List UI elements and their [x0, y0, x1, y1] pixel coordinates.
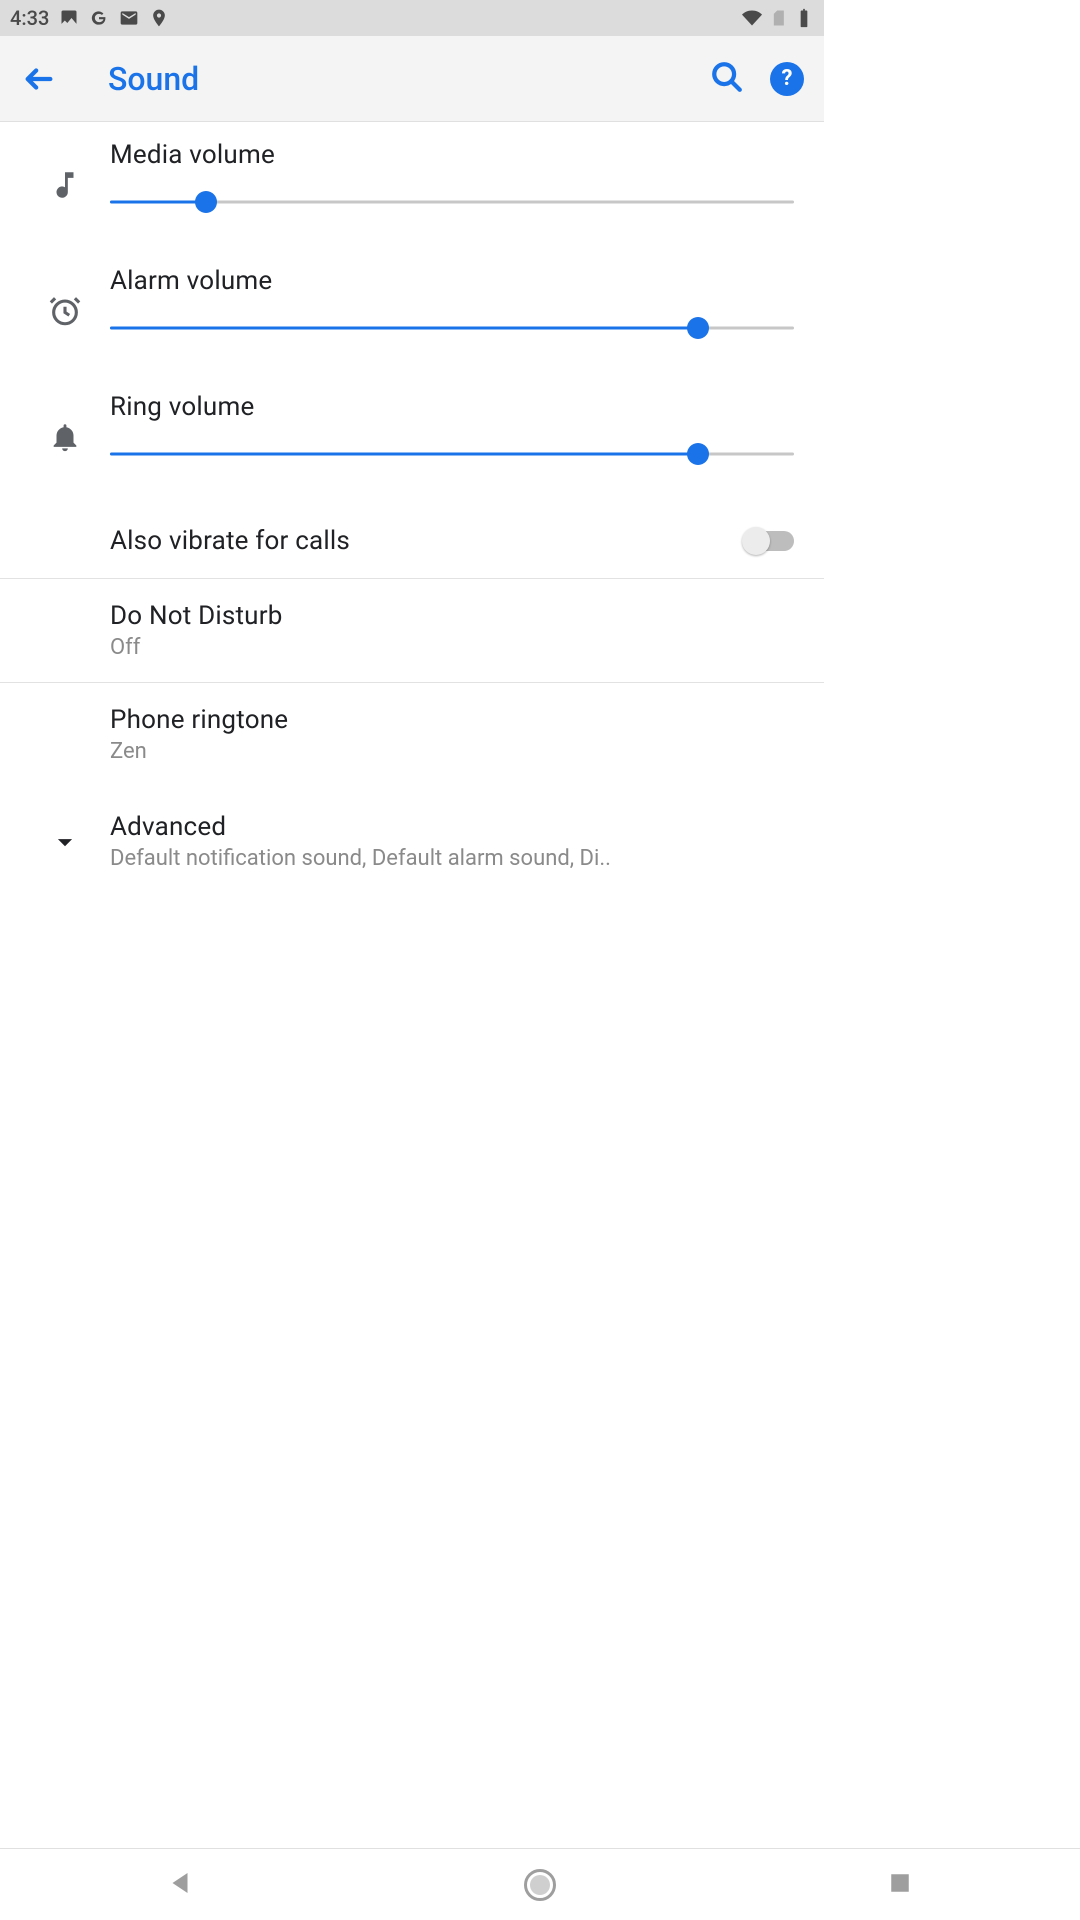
- ring-volume-slider[interactable]: [110, 434, 794, 474]
- do-not-disturb-value: Off: [110, 635, 794, 660]
- advanced-summary: Default notification sound, Default alar…: [110, 846, 794, 871]
- wifi-icon: [742, 8, 762, 28]
- nav-back-button[interactable]: [165, 1868, 195, 1902]
- media-volume-slider[interactable]: [110, 182, 794, 222]
- advanced-row[interactable]: Advanced Default notification sound, Def…: [0, 786, 824, 893]
- battery-icon: [794, 8, 814, 28]
- media-volume-label: Media volume: [110, 140, 794, 170]
- back-button[interactable]: [14, 54, 64, 104]
- help-button[interactable]: ?: [770, 62, 804, 96]
- status-time: 4:33: [10, 6, 49, 30]
- no-sim-icon: [768, 8, 788, 28]
- vibrate-for-calls-row[interactable]: Also vibrate for calls: [0, 504, 824, 578]
- alarm-volume-label: Alarm volume: [110, 266, 794, 296]
- do-not-disturb-label: Do Not Disturb: [110, 601, 794, 631]
- page-title: Sound: [108, 60, 199, 98]
- google-icon: [89, 8, 109, 28]
- phone-ringtone-row[interactable]: Phone ringtone Zen: [0, 683, 824, 786]
- phone-ringtone-value: Zen: [110, 739, 794, 764]
- alarm-clock-icon: [20, 294, 110, 328]
- ring-volume-label: Ring volume: [110, 392, 794, 422]
- phone-ringtone-label: Phone ringtone: [110, 705, 794, 735]
- media-volume-row: Media volume: [0, 122, 824, 252]
- location-icon: [149, 8, 169, 28]
- music-note-icon: [20, 168, 110, 202]
- alarm-volume-slider[interactable]: [110, 308, 794, 348]
- ring-volume-row: Ring volume: [0, 378, 824, 504]
- app-bar: Sound ?: [0, 36, 824, 122]
- chevron-down-icon: [20, 825, 110, 859]
- do-not-disturb-row[interactable]: Do Not Disturb Off: [0, 579, 824, 682]
- nav-home-button[interactable]: [524, 1869, 556, 1901]
- search-button[interactable]: [710, 60, 744, 98]
- photos-icon: [59, 8, 79, 28]
- bell-icon: [20, 420, 110, 454]
- status-bar: 4:33: [0, 0, 824, 36]
- gmail-icon: [119, 8, 139, 28]
- alarm-volume-row: Alarm volume: [0, 252, 824, 378]
- nav-recent-button[interactable]: [885, 1868, 915, 1902]
- vibrate-for-calls-switch[interactable]: [742, 526, 794, 556]
- system-nav-bar: [0, 1848, 1080, 1920]
- vibrate-for-calls-label: Also vibrate for calls: [110, 526, 742, 556]
- advanced-label: Advanced: [110, 812, 794, 842]
- settings-content: Media volume Alarm volume Ring v: [0, 122, 824, 893]
